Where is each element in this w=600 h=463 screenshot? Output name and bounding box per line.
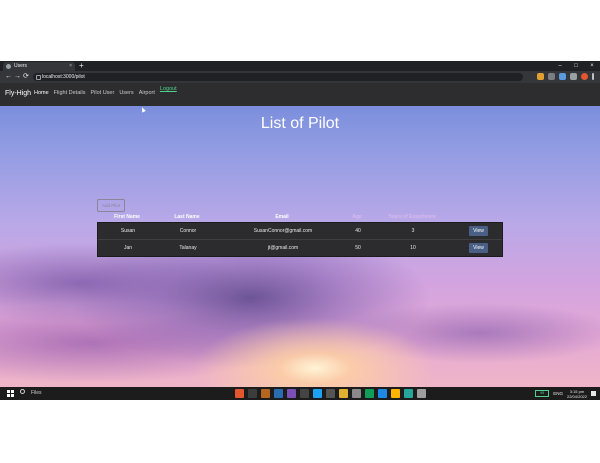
clock[interactable]: 3:15 pm 22/04/2022 <box>567 389 587 399</box>
extension-icons <box>537 73 594 80</box>
menu-kebab-icon[interactable] <box>592 73 594 80</box>
page-title: List of Pilot <box>260 115 340 132</box>
app-icon[interactable] <box>417 389 426 398</box>
site-navbar: Fly-High Home Flight Details Pilot User … <box>0 83 600 106</box>
cell-last-name: Connor <box>179 228 197 234</box>
cell-experience: 10 <box>410 245 416 251</box>
nav-link-home[interactable]: Home <box>34 83 49 104</box>
site-info-icon[interactable] <box>36 75 41 80</box>
app-icon[interactable] <box>287 389 296 398</box>
logout-link[interactable]: Logout <box>160 83 177 100</box>
window-controls: – □ × <box>552 61 600 71</box>
view-button[interactable]: View <box>469 243 488 253</box>
app-icon[interactable] <box>339 389 348 398</box>
clock-time: 3:15 pm <box>569 388 585 394</box>
app-icon[interactable] <box>261 389 270 398</box>
language-indicator[interactable]: ENG <box>553 391 563 396</box>
close-window-button[interactable]: × <box>584 61 600 71</box>
brand-logo[interactable]: Fly-High <box>5 83 31 104</box>
app-icon[interactable] <box>352 389 361 398</box>
app-icon[interactable] <box>378 389 387 398</box>
taskbar-search[interactable]: Files <box>20 387 42 400</box>
taskbar-apps <box>235 389 426 398</box>
windows-start-icon[interactable] <box>7 390 14 397</box>
column-header-experience: Years of Experience <box>388 214 436 220</box>
forward-icon[interactable]: → <box>14 71 21 83</box>
url-bar[interactable]: localhost:3000/pilot <box>33 73 523 81</box>
cell-age: 50 <box>355 245 361 251</box>
table-row: Jan Talanay jt@gmail.com 50 10 View <box>98 240 502 256</box>
search-icon <box>20 389 25 394</box>
extension-icon[interactable] <box>559 73 566 80</box>
add-pilot-button[interactable]: Add Pilot <box>97 199 126 212</box>
battery-icon[interactable]: 98 <box>535 390 550 397</box>
nav-links: Home Flight Details Pilot User Users Air… <box>34 83 177 104</box>
browser-tab-bar: Users × + – □ × <box>0 61 600 71</box>
nav-link-pilot-user[interactable]: Pilot User <box>90 83 114 104</box>
address-bar-row: ← → ⟳ localhost:3000/pilot <box>0 71 600 83</box>
notification-icon[interactable] <box>591 391 596 396</box>
app-icon[interactable] <box>300 389 309 398</box>
pilot-table: Susan Connor SusanConnor@gmail.com 40 3 … <box>97 222 503 257</box>
nav-link-airport[interactable]: Airport <box>139 83 155 104</box>
cell-age: 40 <box>355 228 361 234</box>
cell-first-name: Susan <box>120 228 136 234</box>
nav-link-users[interactable]: Users <box>119 83 133 104</box>
web-page: Fly-High Home Flight Details Pilot User … <box>0 83 600 390</box>
table-row: Susan Connor SusanConnor@gmail.com 40 3 … <box>98 223 502 240</box>
windows-taskbar: Files 98 ENG 3:15 pm 22/04/2022 <box>0 387 600 400</box>
tab-favicon-icon <box>6 64 11 69</box>
tab-close-icon[interactable]: × <box>69 62 72 71</box>
cell-first-name: Jan <box>123 245 133 251</box>
app-icon[interactable] <box>365 389 374 398</box>
minimize-button[interactable]: – <box>552 61 568 71</box>
cell-email: jt@gmail.com <box>267 245 299 251</box>
url-text: localhost:3000/pilot <box>42 74 85 80</box>
new-tab-button[interactable]: + <box>79 61 84 71</box>
cell-email: SusanConnor@gmail.com <box>253 228 313 234</box>
search-text: Files <box>31 390 42 396</box>
column-header-first-name: First Name <box>114 214 140 220</box>
app-icon[interactable] <box>248 389 257 398</box>
column-header-email: Email <box>275 214 289 220</box>
app-icon[interactable] <box>391 389 400 398</box>
system-tray: 98 ENG 3:15 pm 22/04/2022 <box>535 387 596 400</box>
browser-tab[interactable]: Users × <box>3 62 75 71</box>
extension-icon[interactable] <box>537 73 544 80</box>
clock-date: 22/04/2022 <box>566 393 587 399</box>
nav-link-flight-details[interactable]: Flight Details <box>54 83 86 104</box>
back-icon[interactable]: ← <box>5 71 12 83</box>
app-icon[interactable] <box>235 389 244 398</box>
reload-icon[interactable]: ⟳ <box>23 71 29 83</box>
maximize-button[interactable]: □ <box>568 61 584 71</box>
desktop-screen: Users × + – □ × ← → ⟳ localhost:3000/pil… <box>0 61 600 400</box>
extension-icon[interactable] <box>548 73 555 80</box>
app-icon[interactable] <box>274 389 283 398</box>
tab-title: Users <box>14 63 28 69</box>
app-icon[interactable] <box>326 389 335 398</box>
mouse-cursor-icon <box>140 106 146 113</box>
profile-avatar[interactable] <box>581 73 588 80</box>
table-header: First Name Last Name Email Age Years of … <box>97 213 503 222</box>
app-icon[interactable] <box>404 389 413 398</box>
cell-last-name: Talanay <box>179 245 197 251</box>
view-button[interactable]: View <box>469 226 488 236</box>
column-header-age: Age <box>352 214 362 220</box>
column-header-last-name: Last Name <box>174 214 200 220</box>
app-icon[interactable] <box>313 389 322 398</box>
extensions-puzzle-icon[interactable] <box>570 73 577 80</box>
cell-experience: 3 <box>411 228 415 234</box>
